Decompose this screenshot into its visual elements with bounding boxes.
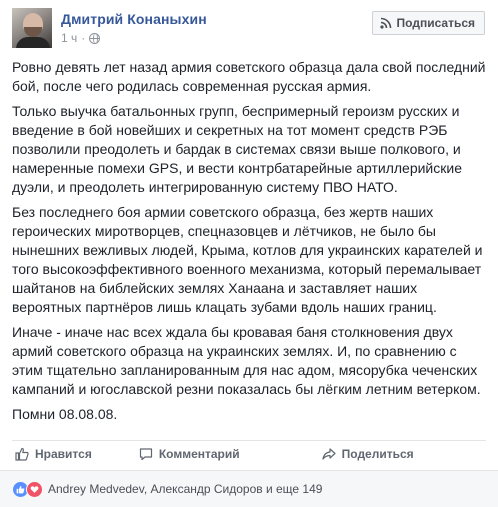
rss-icon	[379, 17, 392, 29]
love-icon	[26, 480, 43, 498]
comment-icon	[139, 447, 153, 461]
reactors-summary[interactable]: Andrey Medvedev, Александр Сидоров и еще…	[48, 482, 322, 496]
post-actions: Нравится Комментарий Поделиться	[12, 440, 486, 467]
post-paragraph: Ровно девять лет назад армия советского …	[12, 59, 486, 94]
like-button[interactable]: Нравится	[15, 447, 92, 461]
reactions-bar: Andrey Medvedev, Александр Сидоров и еще…	[0, 470, 498, 507]
globe-icon[interactable]	[89, 32, 101, 44]
meta-separator: ·	[81, 31, 86, 45]
post-paragraph: Без последнего боя армии советского обра…	[12, 204, 483, 315]
thumbs-up-icon	[15, 447, 29, 461]
subscribe-label: Подписаться	[396, 16, 475, 30]
share-icon	[322, 447, 336, 461]
post-paragraph: Помни 08.08.08.	[12, 406, 118, 422]
subscribe-button[interactable]: Подписаться	[371, 11, 485, 35]
post-card: Дмитрий Конаныхин 1 ч · Подписаться Ровн…	[0, 0, 498, 507]
post-header: Дмитрий Конаныхин 1 ч · Подписаться	[12, 8, 488, 52]
post-meta: 1 ч ·	[61, 31, 101, 45]
post-paragraph: Только выучка батальонных групп, бесприм…	[12, 103, 462, 195]
avatar[interactable]	[12, 8, 52, 48]
post-paragraph: Иначе - иначе нас всех ждала бы кровавая…	[12, 324, 481, 397]
comment-button[interactable]: Комментарий	[139, 447, 240, 461]
reaction-icons[interactable]	[12, 480, 43, 498]
post-timestamp[interactable]: 1 ч	[61, 31, 77, 45]
share-label: Поделиться	[341, 447, 414, 461]
like-label: Нравится	[35, 447, 92, 461]
post-body: Ровно девять лет назад армия советского …	[12, 58, 488, 430]
share-button[interactable]: Поделиться	[322, 447, 414, 461]
author-name[interactable]: Дмитрий Конаныхин	[61, 11, 207, 27]
comment-label: Комментарий	[158, 447, 240, 461]
